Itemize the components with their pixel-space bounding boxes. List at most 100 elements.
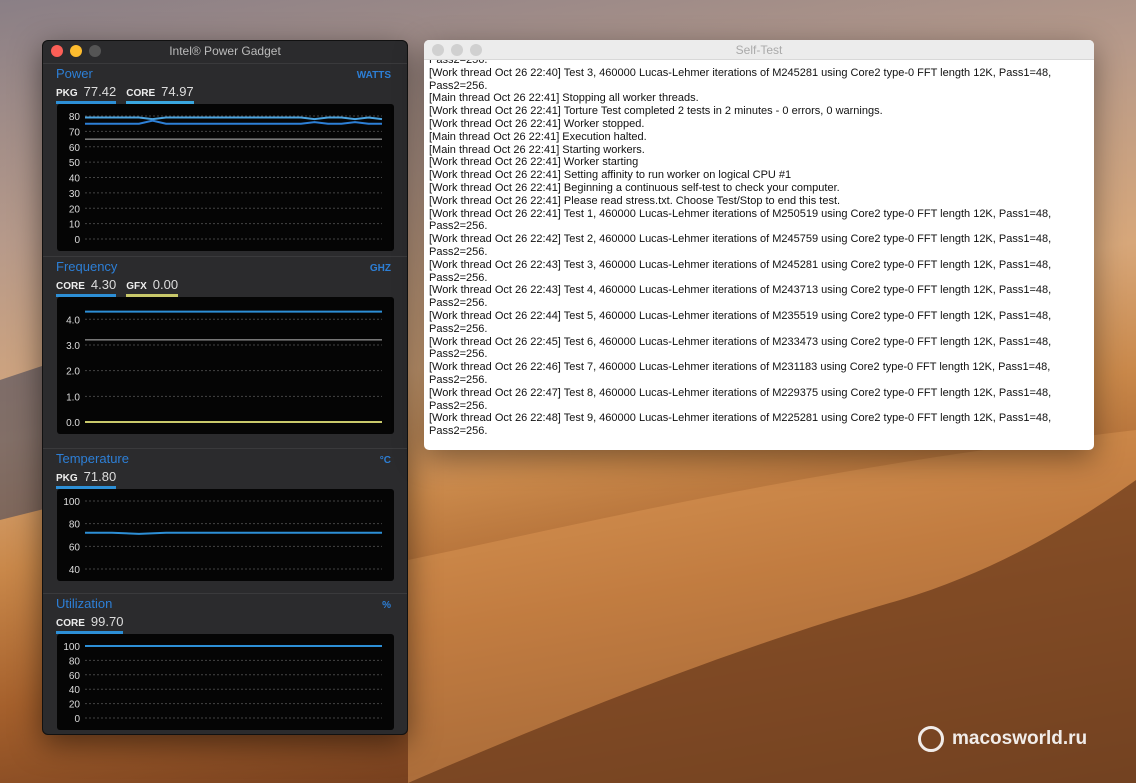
y-tick-label: 0 [74, 714, 80, 725]
metric-pkg: PKG 71.80 [56, 469, 117, 489]
window-title: Intel® Power Gadget [169, 44, 281, 58]
y-tick-label: 4.0 [66, 315, 80, 326]
metric-core: CORE 74.97 [126, 84, 194, 104]
panel-frequency: Frequency GHZ CORE 4.30 GFX 0.00 4.0 3.0 2.0 1.0 0… [43, 256, 407, 441]
log-line: [Work thread Oct 26 22:48] Test 9, 46000… [429, 412, 1052, 425]
y-tick-label: 10 [69, 220, 81, 231]
metric-gfx: GFX 0.00 [126, 277, 179, 297]
series-line-1 [85, 119, 382, 125]
y-tick-label: 3.0 [66, 341, 80, 352]
panel-power: Power WATTS PKG 77.42 CORE 74.97 80 70 60 50 40 30 2… [43, 63, 407, 251]
title-bar[interactable]: Intel® Power Gadget [43, 41, 407, 61]
panel-temperature: Temperature °C PKG 71.80 100 80 60 40 [43, 448, 407, 585]
y-tick-label: 40 [69, 685, 81, 696]
unit-label: GHZ [369, 263, 391, 274]
chart-utilization: 100 80 60 40 20 0 [57, 634, 394, 730]
metric-label: PKG [56, 473, 78, 484]
log-line: Pass2=256. [429, 271, 488, 284]
chart-power: 80 70 60 50 40 30 20 10 0 [57, 104, 394, 251]
log-line: [Work thread Oct 26 22:41] Test 1, 46000… [429, 207, 1052, 220]
panel-title: Frequency [56, 259, 118, 274]
chart-frequency: 4.0 3.0 2.0 1.0 0.0 [57, 297, 394, 434]
log-line: Pass2=256. [429, 425, 488, 438]
power-gadget-window: Intel® Power Gadget Power WATTS PKG 77.42 CO… [42, 40, 408, 735]
metric-value: 0.00 [152, 277, 179, 292]
log-line: Pass2=256. [429, 399, 488, 412]
log-line: Pass2=256. [429, 220, 488, 233]
log-line: [Work thread Oct 26 22:41] Worker stoppe… [429, 117, 645, 130]
y-tick-label: 60 [69, 143, 81, 154]
log-line: [Work thread Oct 26 22:41] Worker starti… [429, 156, 639, 169]
unit-label: WATTS [356, 70, 391, 81]
y-tick-label: 80 [69, 656, 81, 667]
metric-label: CORE [56, 618, 85, 629]
zoom-button[interactable] [470, 44, 482, 56]
metric-value: 74.97 [161, 84, 194, 99]
minimize-button[interactable] [70, 45, 82, 57]
log-line: [Work thread Oct 26 22:43] Test 4, 46000… [429, 284, 1052, 297]
metric-value: 71.80 [83, 469, 117, 484]
log-line: [Work thread Oct 26 22:40] Test 3, 46000… [429, 66, 1052, 79]
log-line: [Work thread Oct 26 22:43] Test 3, 46000… [429, 258, 1052, 271]
unit-label: °C [379, 455, 391, 466]
log-line: [Work thread Oct 26 22:41] Please read s… [429, 194, 841, 207]
zoom-button[interactable] [89, 45, 101, 57]
series-line-0 [85, 531, 382, 535]
y-tick-label: 80 [69, 112, 81, 123]
y-tick-label: 40 [69, 174, 81, 185]
metric-value: 4.30 [90, 277, 117, 292]
log-line: [Work thread Oct 26 22:42] Test 2, 46000… [429, 233, 1052, 246]
self-test-window: Self-Test Pass2=256. [Work thread Oct 26 … [424, 40, 1094, 450]
panel-utilization: Utilization% CORE 99.70 100 80 60 40 20 0 [43, 593, 407, 733]
log-line: Pass2=256. [429, 348, 488, 361]
minimize-button[interactable] [451, 44, 463, 56]
chart-temperature: 100 80 60 40 [57, 489, 394, 581]
y-tick-label: 1.0 [66, 392, 80, 403]
title-bar[interactable]: Self-Test [424, 40, 1094, 60]
metric-label: CORE [126, 88, 156, 99]
unit-label: % [382, 600, 391, 611]
y-tick-label: 80 [69, 520, 81, 531]
log-output[interactable]: Pass2=256. [Work thread Oct 26 22:40] Tes… [424, 54, 1094, 438]
window-title: Self-Test [735, 43, 783, 57]
log-line: Pass2=256. [429, 79, 488, 92]
log-line: Pass2=256. [429, 245, 488, 258]
metric-pkg: PKG 77.42 [56, 84, 117, 104]
panel-title: Utilization [56, 596, 113, 611]
panel-title: Temperature [56, 451, 129, 466]
y-tick-label: 50 [69, 158, 81, 169]
watermark-logo-icon [918, 726, 944, 752]
log-line: [Work thread Oct 26 22:45] Test 6, 46000… [429, 335, 1052, 348]
y-tick-label: 20 [69, 204, 81, 215]
log-line: [Work thread Oct 26 22:44] Test 5, 46000… [429, 309, 1052, 322]
log-line: [Main thread Oct 26 22:41] Stopping all … [429, 92, 699, 105]
metric-value: 99.70 [90, 614, 124, 629]
close-button[interactable] [432, 44, 444, 56]
metric-label: CORE [56, 281, 85, 292]
watermark: macosworld.ru [918, 726, 1087, 752]
watermark-text: macosworld.ru [952, 728, 1088, 749]
log-line: [Work thread Oct 26 22:41] Beginning a c… [429, 181, 840, 194]
y-tick-label: 0.0 [66, 418, 80, 429]
metric-label: GFX [126, 281, 147, 292]
series-line-0 [85, 116, 383, 121]
log-line: [Work thread Oct 26 22:41] Setting affin… [429, 169, 792, 182]
metric-value: 77.42 [83, 84, 117, 99]
log-line: [Work thread Oct 26 22:41] Torture Test … [429, 105, 883, 118]
y-tick-label: 60 [69, 671, 81, 682]
y-tick-label: 0 [74, 235, 80, 246]
y-tick-label: 20 [69, 700, 81, 711]
metric-label: PKG [56, 88, 78, 99]
y-tick-label: 2.0 [66, 367, 80, 378]
y-tick-label: 100 [63, 642, 80, 653]
metric-core: CORE 99.70 [56, 614, 124, 634]
y-tick-label: 60 [69, 542, 81, 553]
log-line: [Main thread Oct 26 22:41] Execution hal… [429, 130, 647, 143]
close-button[interactable] [51, 45, 63, 57]
log-line: [Work thread Oct 26 22:47] Test 8, 46000… [429, 386, 1052, 399]
log-line: Pass2=256. [429, 322, 488, 335]
y-tick-label: 70 [69, 127, 81, 138]
log-line: Pass2=256. [429, 373, 488, 386]
panel-title: Power [56, 66, 93, 81]
log-line: [Work thread Oct 26 22:46] Test 7, 46000… [429, 361, 1051, 374]
